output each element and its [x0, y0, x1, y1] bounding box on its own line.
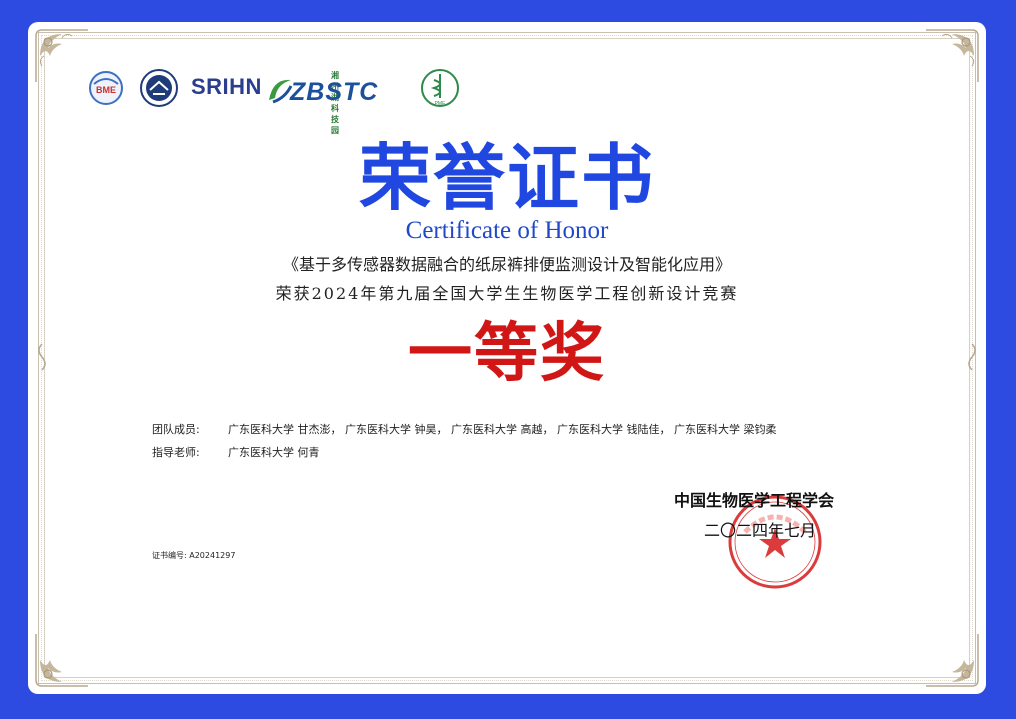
pme-logo-icon: PME [421, 69, 459, 107]
team-label: 团队成员: [152, 423, 200, 436]
corner-ornament-icon [35, 29, 88, 82]
corner-ornament-icon [926, 29, 979, 82]
title-chinese: 荣誉证书 [358, 136, 655, 220]
svg-text:PME: PME [435, 101, 447, 107]
zbstc-logo: ZBSTC [290, 78, 379, 106]
advisor-name: 广东医科大学 何青 [228, 446, 320, 459]
issuer-name: 中国生物医学工程学会 [674, 491, 835, 510]
corner-ornament-icon [35, 634, 88, 687]
title-english: Certificate of Honor [405, 217, 609, 244]
srihn-logo: SRIHN [191, 74, 262, 99]
team-members-row: 团队成员: 广东医科大学 甘杰澎， 广东医科大学 钟昊， 广东医科大学 高越， 广… [152, 422, 776, 438]
certificate-paper: BME SRIHN 湘州湖科技园 ZBSTC PME 荣誉证书 Certific… [28, 22, 986, 694]
advisor-row: 指导老师: 广东医科大学 何青 [152, 445, 320, 461]
project-title: 《基于多传感器数据融合的纸尿裤排便监测设计及智能化应用》 [282, 255, 731, 274]
university-logo-icon [140, 69, 178, 107]
svg-text:BME: BME [96, 85, 116, 95]
issue-date: 二〇二四年七月 [704, 521, 817, 540]
certificate-number: 证书编号: A20241297 [152, 551, 236, 560]
corner-ornament-icon [926, 634, 979, 687]
award-level: 一等奖 [408, 317, 606, 391]
competition-line: 荣获2024年第九届全国大学生生物医学工程创新设计竞赛 [275, 284, 739, 303]
advisor-label: 指导老师: [152, 446, 200, 459]
bme-logo-icon: BME [89, 71, 123, 105]
team-members: 广东医科大学 甘杰澎， 广东医科大学 钟昊， 广东医科大学 高越， 广东医科大学… [228, 423, 777, 436]
